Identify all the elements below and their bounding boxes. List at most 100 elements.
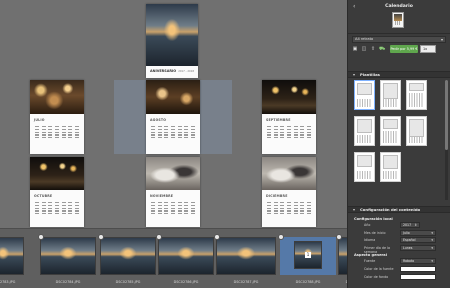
share-icon[interactable]: ⇪ <box>370 46 376 52</box>
templates-section-header[interactable]: ▾ Plantillas <box>348 71 450 78</box>
day-cell <box>280 128 285 130</box>
day-cell <box>151 202 156 204</box>
template-thumbnail[interactable] <box>354 80 375 110</box>
panel-header: ‹ Calendario <box>348 0 450 34</box>
month-page-july[interactable]: JULIO <box>30 80 84 154</box>
order-button[interactable]: Pedir por 5,99 € <box>390 45 418 53</box>
day-cell <box>273 210 278 212</box>
content-section-header[interactable]: ▾ Configuración del contenido <box>348 206 450 213</box>
day-cell <box>41 213 46 215</box>
cover-photo[interactable] <box>146 4 198 66</box>
day-cell <box>306 204 311 206</box>
month-page-november[interactable]: NOVIEMBRE <box>146 157 200 227</box>
month-photo[interactable] <box>262 80 316 114</box>
scrollbar-thumb[interactable] <box>445 80 448 150</box>
first-day-select[interactable]: Lunes ▾ <box>400 244 436 251</box>
day-cell <box>287 210 291 212</box>
thumbnail-image <box>0 237 24 275</box>
month-photo[interactable] <box>262 157 316 190</box>
day-grid <box>34 202 80 215</box>
day-cell <box>35 204 40 206</box>
month-photo[interactable] <box>30 157 84 190</box>
day-cell <box>164 207 169 209</box>
save-icon[interactable]: ▣ <box>352 46 358 52</box>
month-page-october[interactable]: OCTUBRE <box>30 157 84 227</box>
calendar-canvas[interactable]: ANIVERSARIO 2017 - 2018 JULIO AGOSTO SEP… <box>0 0 347 228</box>
day-cell <box>35 207 40 209</box>
day-cell <box>151 210 156 212</box>
template-thumbnail[interactable] <box>354 116 375 146</box>
day-cell <box>151 204 156 206</box>
template-thumbnail[interactable] <box>354 152 375 182</box>
quantity-select[interactable]: 1x <box>420 45 436 53</box>
usage-badge-icon <box>38 234 44 240</box>
year-stepper[interactable]: 2017 ⇕ <box>400 222 420 228</box>
template-photo-slot <box>383 155 398 169</box>
day-cell <box>171 131 175 133</box>
day-cell <box>300 202 305 204</box>
template-thumbnail[interactable] <box>406 80 427 110</box>
month-photo[interactable] <box>146 157 200 190</box>
day-cell <box>287 126 291 128</box>
day-cell <box>306 137 311 139</box>
font-color-swatch[interactable] <box>400 265 436 272</box>
filmstrip-thumbnail[interactable]: DSC02787.JPG <box>214 234 276 284</box>
day-cell <box>177 210 182 212</box>
start-month-select[interactable]: Julio ▾ <box>400 229 436 236</box>
day-cell <box>190 134 195 136</box>
filmstrip-thumbnail[interactable]: DSC02783.JPG <box>0 237 24 284</box>
thumbnail-filename: DSC02786.JPG <box>173 280 199 284</box>
day-cell <box>190 126 195 128</box>
day-cell <box>300 126 305 128</box>
month-photo[interactable] <box>30 80 84 114</box>
language-select[interactable]: Español ▾ <box>400 237 436 244</box>
format-dropdown[interactable]: A4 retrato ▾ <box>352 36 446 43</box>
cart-icon[interactable]: ⛟ <box>379 46 385 52</box>
preview-icon[interactable]: ◫ <box>361 46 367 52</box>
day-cell <box>35 137 40 139</box>
font-select[interactable]: Roboto ▾ <box>400 258 436 265</box>
day-cell <box>287 131 291 133</box>
usage-badge-icon <box>278 234 284 240</box>
templates-section-title: Plantillas <box>360 72 380 77</box>
template-thumbnail[interactable] <box>406 116 427 146</box>
day-cell <box>68 131 73 133</box>
template-photo-slot <box>357 83 372 95</box>
collapse-icon: ▾ <box>353 207 356 212</box>
filmstrip-thumbnail[interactable]: DSC02784.JPG <box>38 234 96 284</box>
thumbnail-filename: DSC02787.JPG <box>233 280 259 284</box>
day-cell <box>74 137 79 139</box>
filmstrip-thumbnail[interactable]: DSC02786.JPG <box>156 234 214 284</box>
background-color-swatch[interactable] <box>400 273 436 280</box>
day-cell <box>280 137 285 139</box>
template-thumbnail[interactable] <box>380 116 401 146</box>
template-thumbnail[interactable] <box>380 152 401 182</box>
day-cell <box>157 204 162 206</box>
template-photo-slot <box>383 83 398 99</box>
font-color-label: Color de la fuente <box>364 266 394 271</box>
templates-scrollbar[interactable] <box>445 80 448 200</box>
day-cell <box>61 207 66 209</box>
cover-page[interactable]: ANIVERSARIO 2017 - 2018 <box>146 4 198 78</box>
filmstrip-thumbnail[interactable]: DSC02785.JPG <box>98 234 156 284</box>
day-cell <box>177 134 182 136</box>
start-month-row: Mes de inicio Julio ▾ <box>352 229 446 238</box>
template-thumbnail[interactable] <box>380 80 401 110</box>
month-page-august[interactable]: AGOSTO <box>146 80 200 154</box>
chevron-down-icon: ▾ <box>431 259 433 264</box>
day-cell <box>41 137 46 139</box>
format-dropdown-value: A4 retrato <box>355 37 374 41</box>
day-cell <box>306 131 311 133</box>
photo-filmstrip[interactable]: DSC02783.JPG DSC02784.JPG DSC02785.JPG DSC0… <box>0 228 378 288</box>
day-cell <box>184 126 189 128</box>
month-page-december[interactable]: DICIEMBRE <box>262 157 316 227</box>
thumbnail-image: 1 <box>294 241 322 269</box>
day-cell <box>48 134 53 136</box>
thumbnail-filename: DSC02785.JPG <box>115 280 141 284</box>
filmstrip-thumbnail[interactable]: 1 DSC02788.JPG <box>278 234 336 284</box>
month-photo[interactable] <box>146 80 200 114</box>
day-cell <box>68 134 73 136</box>
month-page-september[interactable]: SEPTIEMBRE <box>262 80 316 154</box>
day-cell <box>61 126 66 128</box>
day-cell <box>300 204 305 206</box>
